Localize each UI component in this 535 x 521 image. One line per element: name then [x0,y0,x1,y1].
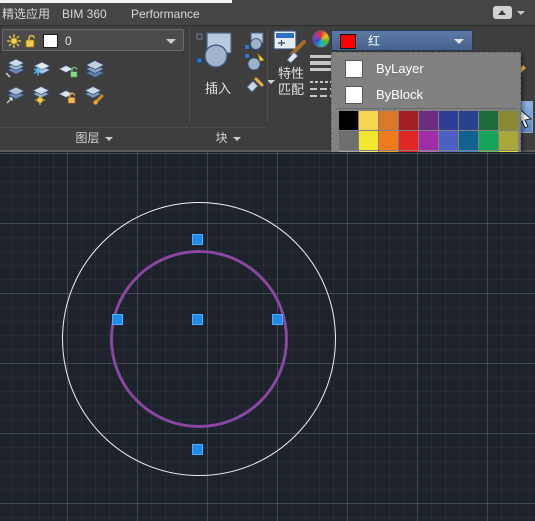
layer-match-button[interactable] [82,84,108,106]
grip-right[interactable] [272,314,283,325]
match-properties-label-line2: 匹配 [277,82,304,97]
minimize-ribbon-icon[interactable] [493,6,512,19]
autocad-window: 精选应用 BIM 360 Performance 0 图层 插入 块 特性 匹配… [0,0,535,521]
layer-on-button[interactable] [30,84,56,106]
palette-swatch-0-0[interactable] [339,111,358,130]
layer-panel-label-text: 图层 [75,131,100,145]
palette-swatch-1-0[interactable] [339,131,358,150]
sun-icon [7,34,21,48]
create-block-button[interactable] [245,31,267,51]
bylayer-swatch [345,60,363,78]
dropdown-item-byblock[interactable]: ByBlock [332,82,522,108]
selected-color-swatch [340,34,356,49]
ribbon-tab-bar: 精选应用 BIM 360 Performance [0,0,535,26]
layer-freeze-button[interactable] [30,58,56,80]
palette-swatch-1-4[interactable] [419,131,438,150]
block-panel-label: 块 [190,128,266,148]
match-properties-label: 特性 匹配 [268,66,314,98]
insert-block-button[interactable] [196,30,240,74]
grip-left[interactable] [112,314,123,325]
palette-swatch-1-6[interactable] [459,131,478,150]
unlock-icon [25,34,35,48]
block-panel-label-text: 块 [215,131,228,145]
tab-bar-highlight [0,0,232,3]
tab-performance[interactable]: Performance [131,4,200,24]
palette-swatch-0-1[interactable] [359,111,378,130]
palette-swatch-1-1[interactable] [359,131,378,150]
layer-lock-button[interactable] [56,58,82,80]
palette-swatch-0-3[interactable] [399,111,418,130]
byblock-swatch [345,86,363,104]
selected-color-label: 红 [368,34,381,48]
layer-isolate-button[interactable] [82,58,108,80]
palette-swatch-0-8[interactable] [499,111,518,130]
block-editor-button[interactable] [245,74,267,94]
layer-panel-label: 图层 [0,128,188,148]
grip-top[interactable] [192,234,203,245]
chevron-down-icon[interactable] [104,136,113,141]
palette-swatch-1-8[interactable] [499,131,518,150]
chevron-down-icon[interactable] [166,39,176,44]
chevron-down-icon[interactable] [232,136,241,141]
chevron-down-icon[interactable] [517,11,525,15]
color-combo-selected[interactable]: 红 [331,30,473,51]
palette-swatch-0-5[interactable] [439,111,458,130]
dropdown-item-byblock-label: ByBlock [376,87,423,102]
drawing-canvas[interactable]: 系统之家 XITONGZHIJIA.NET [0,152,535,521]
lineweight-icon[interactable] [310,55,332,72]
palette-swatch-1-2[interactable] [379,131,398,150]
dropdown-item-bylayer-label: ByLayer [376,61,424,76]
grip-center[interactable] [192,314,203,325]
dropdown-item-bylayer[interactable]: ByLayer [332,56,522,82]
chevron-down-icon[interactable] [454,39,464,44]
palette-swatch-1-3[interactable] [399,131,418,150]
tab-bim-360[interactable]: BIM 360 [62,4,107,24]
palette-swatch-0-2[interactable] [379,111,398,130]
palette-swatch-1-7[interactable] [479,131,498,150]
palette-swatch-0-4[interactable] [419,111,438,130]
layer-combo[interactable]: 0 [2,29,184,51]
layer-properties-button[interactable] [4,58,30,80]
layer-color-swatch [43,34,58,48]
palette-swatch-0-7[interactable] [479,111,498,130]
panel-separator [189,28,190,122]
tab-featured-apps[interactable]: 精选应用 [2,4,50,24]
color-wheel-icon[interactable] [312,30,330,48]
match-properties-button[interactable] [273,30,311,64]
layer-previous-button[interactable] [4,84,30,106]
grip-bottom[interactable] [192,444,203,455]
insert-block-label: 插入 [204,81,231,96]
edit-attribute-button[interactable] [245,52,267,72]
palette-swatch-0-6[interactable] [459,111,478,130]
palette-swatch-1-5[interactable] [439,131,458,150]
inner-circle[interactable] [111,251,287,427]
dropdown-divider [336,108,518,109]
layer-unlock-button[interactable] [56,84,82,106]
match-properties-label-line1: 特性 [277,66,304,81]
layer-name-value: 0 [65,34,72,48]
